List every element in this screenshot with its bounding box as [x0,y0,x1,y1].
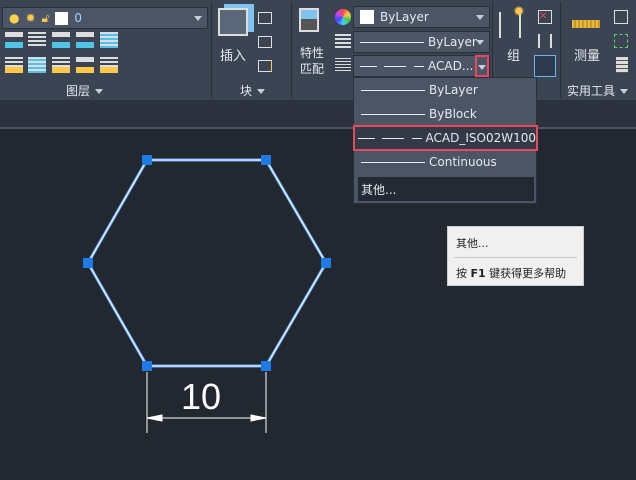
tooltip-help: 按 F1 键获得更多帮助 [456,265,566,281]
hexagon-core [87,159,327,367]
item-label: ByLayer [429,83,478,97]
tooltip: 其他... 按 F1 键获得更多帮助 [447,226,584,286]
help-prefix: 按 [456,267,471,280]
menu-item-byblock[interactable]: ByBlock [358,103,534,125]
tooltip-title: 其他... [456,237,489,250]
menu-item-other[interactable]: 其他... [358,177,534,201]
hexagon[interactable] [86,158,328,368]
menu-item-acad-iso02w100[interactable]: ACAD_ISO02W100 [353,125,538,151]
help-key: F1 [470,267,486,280]
dimension-text: 10 [181,376,222,417]
item-label: Continuous [429,155,497,169]
grips[interactable] [83,155,331,371]
item-label: ByBlock [429,107,477,121]
linetype-menu: ByLayer ByBlock ACAD_ISO02W100 Continuou… [353,77,538,204]
menu-item-bylayer[interactable]: ByLayer [358,79,534,101]
item-label: 其他... [361,182,397,197]
menu-item-continuous[interactable]: Continuous [358,151,534,173]
item-label: ACAD_ISO02W100 [425,131,536,145]
help-suffix: 键获得更多帮助 [485,267,567,280]
